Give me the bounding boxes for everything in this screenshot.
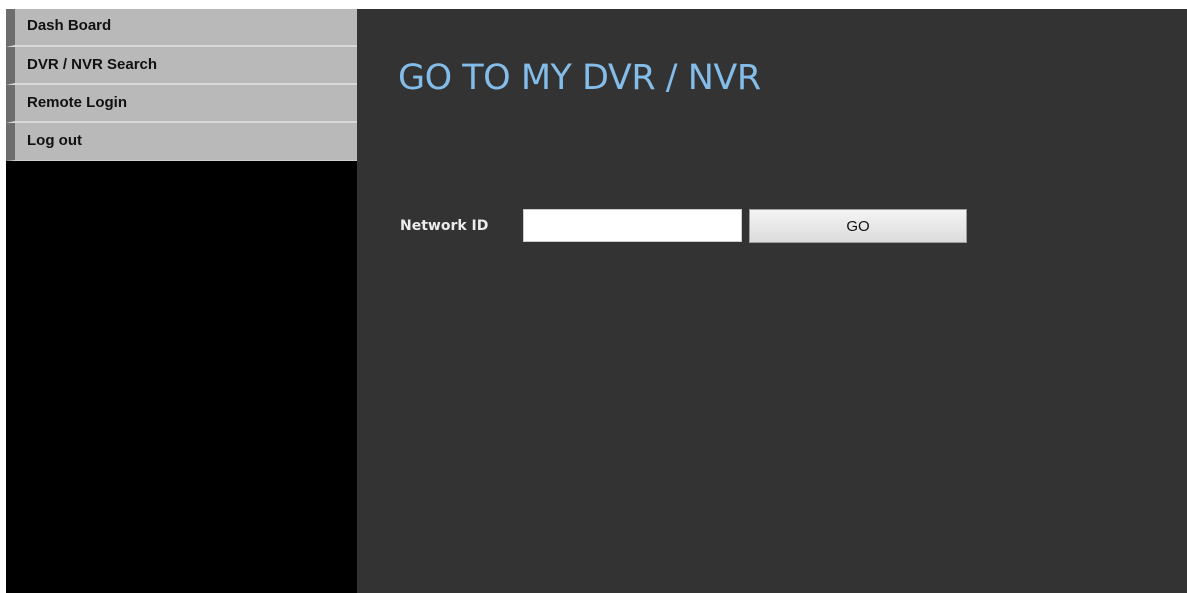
page-title: GO TO MY DVR / NVR (398, 58, 761, 98)
sidebar-item-remote-login[interactable]: Remote Login (6, 85, 357, 123)
main-panel: GO TO MY DVR / NVR Network ID GO (357, 9, 1187, 593)
sidebar: Dash Board DVR / NVR Search Remote Login… (6, 9, 357, 593)
sidebar-item-label: Dash Board (27, 17, 112, 34)
sidebar-item-dash-board[interactable]: Dash Board (6, 9, 357, 47)
sidebar-item-label: Log out (27, 132, 82, 149)
network-id-input[interactable] (523, 209, 742, 242)
sidebar-item-log-out[interactable]: Log out (6, 123, 357, 161)
sidebar-item-label: DVR / NVR Search (27, 56, 158, 73)
app-window: Dash Board DVR / NVR Search Remote Login… (6, 9, 1187, 593)
sidebar-item-dvr-nvr-search[interactable]: DVR / NVR Search (6, 47, 357, 85)
go-button[interactable]: GO (749, 209, 967, 243)
sidebar-item-label: Remote Login (27, 94, 127, 111)
network-id-label: Network ID (400, 218, 489, 234)
